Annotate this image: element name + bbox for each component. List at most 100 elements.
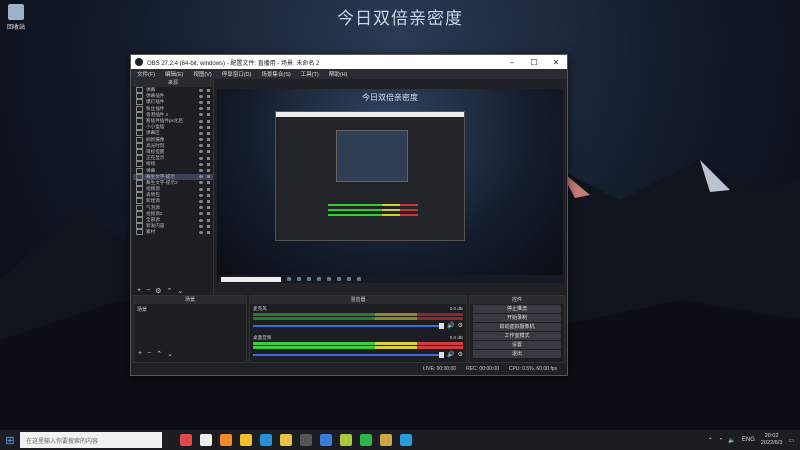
remove-scene-icon[interactable]: −	[147, 350, 151, 358]
exit-button[interactable]: 退出	[473, 350, 561, 358]
chrome-icon[interactable]	[240, 434, 252, 446]
eye-icon[interactable]	[199, 119, 203, 123]
lock-icon[interactable]	[207, 169, 210, 173]
window-titlebar[interactable]: OBS 27.2.4 (64-bit, windows) - 配置文件: 直播用…	[131, 55, 567, 69]
move-down-icon[interactable]: ⌄	[177, 287, 183, 295]
eye-icon[interactable]	[199, 94, 203, 98]
volume-icon[interactable]: 🔈	[728, 437, 735, 444]
eye-icon[interactable]	[199, 169, 203, 173]
scene-up-icon[interactable]: ⌃	[156, 350, 162, 358]
lock-icon[interactable]	[207, 224, 210, 228]
lock-icon[interactable]	[207, 199, 210, 203]
app-icon[interactable]	[220, 434, 232, 446]
steam-icon[interactable]	[260, 434, 272, 446]
eye-icon[interactable]	[199, 88, 203, 92]
volume-slider[interactable]	[253, 351, 445, 358]
cloud-app-icon[interactable]	[200, 434, 212, 446]
source-item[interactable]: 素材	[133, 229, 213, 236]
eye-icon[interactable]	[199, 218, 203, 222]
studio-mode-button[interactable]: 工作室模式	[473, 332, 561, 340]
eye-icon[interactable]	[199, 138, 203, 142]
obs-taskbar-icon[interactable]	[300, 434, 312, 446]
lock-icon[interactable]	[207, 230, 210, 234]
eye-icon[interactable]	[199, 187, 203, 191]
maximize-icon[interactable]: ☐	[523, 58, 545, 67]
menu-view[interactable]: 视图(V)	[193, 70, 211, 78]
virtual-camera-button[interactable]: 启动虚拟摄像机	[473, 323, 561, 331]
taskbar-clock[interactable]: 20:02 2022/6/3	[761, 433, 782, 447]
lock-icon[interactable]	[207, 206, 210, 210]
eye-icon[interactable]	[199, 113, 203, 117]
lock-icon[interactable]	[207, 138, 210, 142]
lock-icon[interactable]	[207, 181, 210, 185]
notifications-icon[interactable]: ▭	[788, 437, 794, 444]
windows-start-icon[interactable]: ⊞	[0, 434, 20, 447]
gear-icon[interactable]: ⚙	[458, 351, 463, 358]
app-icon[interactable]	[180, 434, 192, 446]
lock-icon[interactable]	[207, 131, 210, 135]
lock-icon[interactable]	[207, 113, 210, 117]
eye-icon[interactable]	[199, 156, 203, 160]
lock-icon[interactable]	[207, 119, 210, 123]
eye-icon[interactable]	[199, 175, 203, 179]
remove-source-icon[interactable]: −	[146, 287, 150, 294]
menu-docks[interactable]: 停靠窗口(D)	[222, 70, 252, 78]
scene-item[interactable]: 场景	[137, 306, 243, 313]
app-icon[interactable]	[380, 434, 392, 446]
scene-down-icon[interactable]: ⌄	[167, 350, 173, 358]
lock-icon[interactable]	[207, 150, 210, 154]
app-icon[interactable]	[320, 434, 332, 446]
eye-icon[interactable]	[199, 107, 203, 111]
app-icon[interactable]	[400, 434, 412, 446]
eye-icon[interactable]	[199, 224, 203, 228]
lock-icon[interactable]	[207, 100, 210, 104]
language-indicator[interactable]: ENG	[742, 437, 755, 443]
eye-icon[interactable]	[199, 199, 203, 203]
wechat-icon[interactable]	[360, 434, 372, 446]
lock-icon[interactable]	[207, 94, 210, 98]
lock-icon[interactable]	[207, 162, 210, 166]
lock-icon[interactable]	[207, 156, 210, 160]
preview-canvas[interactable]: 今日双倍亲密度	[217, 89, 563, 283]
source-properties-icon[interactable]: ⚙	[155, 287, 161, 295]
eye-icon[interactable]	[199, 181, 203, 185]
add-source-icon[interactable]: +	[137, 287, 141, 294]
lock-icon[interactable]	[207, 107, 210, 111]
lock-icon[interactable]	[207, 88, 210, 92]
network-icon[interactable]: ◔	[719, 437, 723, 443]
stop-streaming-button[interactable]: 停止推流	[473, 305, 561, 313]
menu-help[interactable]: 帮助(H)	[329, 70, 348, 78]
speaker-icon[interactable]: 🔊	[447, 351, 454, 358]
start-recording-button[interactable]: 开始录制	[473, 314, 561, 322]
menu-edit[interactable]: 编辑(E)	[165, 70, 183, 78]
eye-icon[interactable]	[199, 193, 203, 197]
eye-icon[interactable]	[199, 125, 203, 129]
menu-tools[interactable]: 工具(T)	[301, 70, 319, 78]
menu-scene-collection[interactable]: 场景集合(S)	[261, 70, 290, 78]
volume-slider[interactable]	[253, 322, 445, 329]
eye-icon[interactable]	[199, 162, 203, 166]
lock-icon[interactable]	[207, 193, 210, 197]
app-icon[interactable]	[340, 434, 352, 446]
eye-icon[interactable]	[199, 131, 203, 135]
speaker-icon[interactable]: 🔊	[447, 322, 454, 329]
lock-icon[interactable]	[207, 125, 210, 129]
gear-icon[interactable]: ⚙	[458, 322, 463, 329]
lock-icon[interactable]	[207, 175, 210, 179]
file-explorer-icon[interactable]	[280, 434, 292, 446]
lock-icon[interactable]	[207, 212, 210, 216]
taskbar-search-input[interactable]: 在这里输入你要搜索的内容	[20, 432, 162, 448]
menu-file[interactable]: 文件(F)	[137, 70, 155, 78]
eye-icon[interactable]	[199, 100, 203, 104]
eye-icon[interactable]	[199, 144, 203, 148]
eye-icon[interactable]	[199, 212, 203, 216]
move-up-icon[interactable]: ⌃	[166, 287, 172, 295]
tray-chevron-icon[interactable]: ⌃	[708, 437, 713, 444]
obs-window[interactable]: OBS 27.2.4 (64-bit, windows) - 配置文件: 直播用…	[130, 54, 568, 376]
close-icon[interactable]: ✕	[545, 58, 567, 67]
add-scene-icon[interactable]: +	[138, 350, 142, 358]
settings-button[interactable]: 设置	[473, 341, 561, 349]
lock-icon[interactable]	[207, 187, 210, 191]
minimize-icon[interactable]: –	[501, 58, 523, 67]
lock-icon[interactable]	[207, 144, 210, 148]
